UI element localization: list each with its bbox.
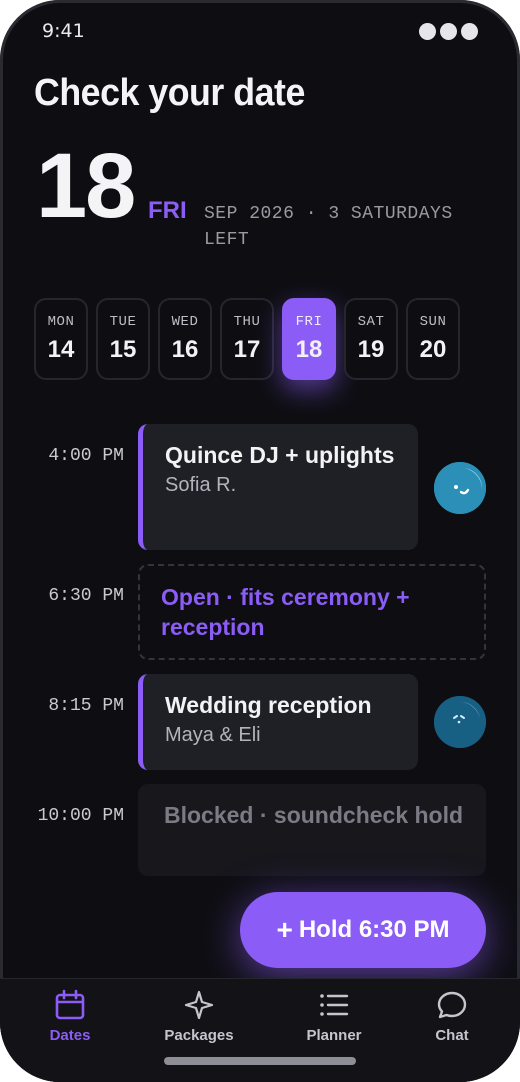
tab-label: Planner bbox=[306, 1027, 362, 1044]
tab-planner[interactable]: Planner bbox=[274, 989, 394, 1044]
tab-label: Packages bbox=[164, 1027, 234, 1044]
status-indicators bbox=[419, 23, 478, 40]
day-chip-tue[interactable]: TUE 15 bbox=[96, 298, 150, 380]
day-name: SUN bbox=[419, 314, 447, 330]
phone-screen: 9:41 Check your date 18 FRI SEP 2026 · 3… bbox=[0, 0, 520, 1082]
list-icon bbox=[320, 994, 349, 1016]
hold-slot-button[interactable]: + Hold 6:30 PM bbox=[240, 892, 486, 968]
blocked-slot-card: Blocked · soundcheck hold bbox=[138, 784, 486, 876]
hold-slot-label: Hold 6:30 PM bbox=[298, 916, 450, 943]
booking-client: Sofia R. bbox=[165, 474, 237, 496]
tab-dates[interactable]: Dates bbox=[10, 989, 130, 1044]
day-number: 19 bbox=[357, 336, 385, 363]
avatar[interactable] bbox=[434, 462, 486, 514]
slot-time: 10:00 PM bbox=[37, 806, 124, 826]
day-number: 14 bbox=[47, 336, 75, 363]
booking-title: Quince DJ + uplights bbox=[165, 442, 395, 468]
day-chip-sun[interactable]: SUN 20 bbox=[406, 298, 460, 380]
calendar-icon bbox=[55, 989, 85, 1020]
tab-chat[interactable]: Chat bbox=[392, 989, 512, 1044]
booking-card[interactable]: Quince DJ + uplights Sofia R. bbox=[138, 424, 418, 550]
day-chip-mon[interactable]: MON 14 bbox=[34, 298, 88, 380]
day-name: MON bbox=[47, 314, 75, 330]
week-strip: MON 14 TUE 15 WED 16 THU 17 FRI 18 SAT 1… bbox=[34, 298, 460, 380]
day-name: FRI bbox=[295, 314, 323, 330]
chat-bubble-icon bbox=[437, 991, 467, 1019]
tab-label: Chat bbox=[435, 1027, 469, 1044]
open-slot-label: Open · fits ceremony + reception bbox=[161, 584, 410, 640]
status-time: 9:41 bbox=[42, 20, 85, 42]
day-chip-fri-selected[interactable]: FRI 18 bbox=[282, 298, 336, 380]
open-slot-card[interactable]: Open · fits ceremony + reception bbox=[138, 564, 486, 660]
booking-client: Maya & Eli bbox=[165, 724, 261, 746]
status-dot bbox=[440, 23, 457, 40]
day-chip-sat[interactable]: SAT 19 bbox=[344, 298, 398, 380]
day-name: WED bbox=[171, 314, 199, 330]
slot-time: 6:30 PM bbox=[48, 586, 124, 606]
slot-time: 4:00 PM bbox=[48, 446, 124, 466]
plus-icon: + bbox=[276, 914, 293, 945]
tab-label: Dates bbox=[49, 1027, 91, 1044]
home-indicator bbox=[164, 1057, 356, 1065]
bottom-tab-bar: Dates Packages Planner Chat bbox=[0, 978, 520, 1082]
status-dot bbox=[461, 23, 478, 40]
day-chip-thu[interactable]: THU 17 bbox=[220, 298, 274, 380]
slot-time: 8:15 PM bbox=[48, 696, 124, 716]
day-number: 18 bbox=[295, 336, 323, 363]
day-number: 16 bbox=[171, 336, 199, 363]
blocked-slot-label: Blocked · soundcheck hold bbox=[164, 802, 464, 828]
day-number: 20 bbox=[419, 336, 447, 363]
booking-title: Wedding reception bbox=[165, 692, 372, 718]
day-name: THU bbox=[233, 314, 261, 330]
month-info: SEP 2026 · 3 SATURDAYS LEFT bbox=[204, 204, 453, 250]
booking-card[interactable]: Wedding reception Maya & Eli bbox=[138, 674, 418, 770]
status-dot bbox=[419, 23, 436, 40]
day-name: SAT bbox=[357, 314, 385, 330]
page-title: Check your date bbox=[34, 72, 305, 114]
day-name: TUE bbox=[109, 314, 137, 330]
sparkle-icon bbox=[184, 990, 214, 1020]
selected-day-of-week: FRI bbox=[148, 197, 187, 224]
day-chip-wed[interactable]: WED 16 bbox=[158, 298, 212, 380]
avatar-face-icon bbox=[434, 696, 486, 748]
day-number: 15 bbox=[109, 336, 137, 363]
avatar[interactable] bbox=[434, 696, 486, 748]
tab-packages[interactable]: Packages bbox=[139, 989, 259, 1044]
avatar-face-icon bbox=[434, 462, 486, 514]
selected-day-number: 18 bbox=[36, 135, 136, 237]
day-number: 17 bbox=[233, 336, 261, 363]
